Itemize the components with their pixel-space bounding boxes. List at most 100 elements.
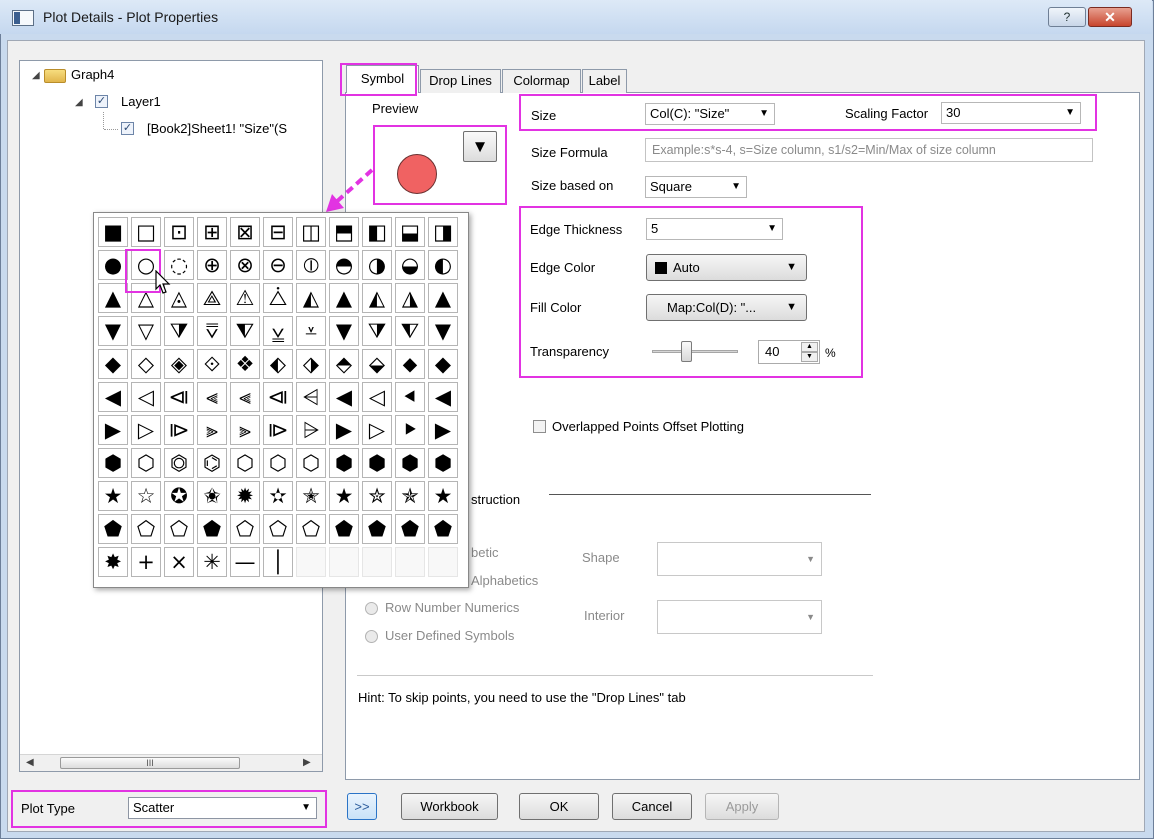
symbol-option[interactable]: ⬢: [362, 448, 392, 478]
symbol-option[interactable]: ⧏: [164, 382, 194, 412]
transparency-slider-thumb[interactable]: [681, 341, 692, 362]
symbol-option[interactable]: ◀: [329, 382, 359, 412]
symbol-option[interactable]: ■: [98, 217, 128, 247]
symbol-option[interactable]: ⬠: [131, 514, 161, 544]
plot-type-select[interactable]: Scatter ▼: [128, 797, 317, 819]
symbol-option[interactable]: ◐: [428, 250, 458, 280]
symbol-option[interactable]: │: [263, 547, 293, 577]
symbol-option[interactable]: ✬: [197, 481, 227, 511]
symbol-option[interactable]: [329, 547, 359, 577]
symbol-option[interactable]: ✮: [362, 481, 392, 511]
size-select[interactable]: Col(C): "Size" ▼: [645, 103, 775, 125]
symbol-option[interactable]: ⩢: [197, 316, 227, 346]
symbol-option[interactable]: ⧐: [263, 415, 293, 445]
symbol-option[interactable]: ▷: [362, 415, 392, 445]
expand-arrow-icon[interactable]: ◢: [32, 70, 40, 81]
symbol-option[interactable]: ⧩: [164, 316, 194, 346]
symbol-option[interactable]: ⧊: [263, 283, 293, 313]
symbol-option[interactable]: ●: [98, 250, 128, 280]
tab-drop-lines[interactable]: Drop Lines: [420, 69, 501, 93]
symbol-option[interactable]: ⬖: [263, 349, 293, 379]
symbol-option[interactable]: ◑: [362, 250, 392, 280]
symbol-option[interactable]: ▼: [98, 316, 128, 346]
symbol-gallery-dropdown-icon[interactable]: ▼: [463, 131, 497, 162]
shape-select[interactable]: ▼: [657, 542, 822, 576]
symbol-option[interactable]: ⊠: [230, 217, 260, 247]
symbol-option[interactable]: ▲: [329, 283, 359, 313]
symbol-option[interactable]: ◈: [164, 349, 194, 379]
symbol-option[interactable]: ⫷: [230, 382, 260, 412]
help-button[interactable]: ?: [1048, 7, 1086, 27]
apply-button[interactable]: Apply: [705, 793, 779, 820]
symbol-option[interactable]: ✳: [197, 547, 227, 577]
expand-button[interactable]: >>: [347, 793, 377, 820]
symbol-option[interactable]: ⬟: [362, 514, 392, 544]
edge-color-select[interactable]: Auto ▼: [646, 254, 807, 281]
tab-label[interactable]: Label: [582, 69, 627, 93]
symbol-option[interactable]: ×: [164, 547, 194, 577]
symbol-option[interactable]: ⩣: [263, 316, 293, 346]
symbol-option[interactable]: ◫: [296, 217, 326, 247]
symbol-option[interactable]: ▶: [428, 415, 458, 445]
symbol-option[interactable]: ◧: [362, 217, 392, 247]
symbol-option[interactable]: [428, 547, 458, 577]
symbol-option[interactable]: □: [131, 217, 161, 247]
transparency-slider-track[interactable]: [652, 350, 738, 353]
symbol-option[interactable]: ⬢: [98, 448, 128, 478]
symbol-option[interactable]: ⬡: [263, 448, 293, 478]
symbol-option[interactable]: [296, 547, 326, 577]
scroll-left-icon[interactable]: ◀: [26, 757, 34, 768]
symbol-option[interactable]: ✹: [230, 481, 260, 511]
symbol-option[interactable]: ▶: [98, 415, 128, 445]
symbol-option[interactable]: ⬟: [395, 514, 425, 544]
symbol-option[interactable]: ⬗: [296, 349, 326, 379]
symbol-option[interactable]: ❖: [230, 349, 260, 379]
user-defined-symbols-radio[interactable]: [365, 630, 378, 643]
symbol-option[interactable]: ▷: [131, 415, 161, 445]
symbol-option[interactable]: ⬠: [164, 514, 194, 544]
overlap-checkbox[interactable]: [533, 420, 546, 433]
symbol-option[interactable]: [395, 547, 425, 577]
symbol-option[interactable]: ⫸: [230, 415, 260, 445]
workbook-button[interactable]: Workbook: [401, 793, 498, 820]
symbol-option[interactable]: ⬙: [362, 349, 392, 379]
symbol-option[interactable]: ⬟: [197, 514, 227, 544]
symbol-option[interactable]: [362, 547, 392, 577]
scaling-factor-select[interactable]: 30 ▼: [941, 102, 1081, 124]
symbol-option[interactable]: ⏣: [164, 448, 194, 478]
cancel-button[interactable]: Cancel: [612, 793, 692, 820]
symbol-option[interactable]: ⧨: [395, 316, 425, 346]
symbol-option[interactable]: ▲: [98, 283, 128, 313]
symbol-option[interactable]: ⬒: [329, 217, 359, 247]
tab-colormap[interactable]: Colormap: [502, 69, 581, 93]
symbol-option[interactable]: ★: [428, 481, 458, 511]
symbol-option[interactable]: ✫: [263, 481, 293, 511]
transparency-spinner[interactable]: 40 ▲ ▼: [758, 340, 820, 364]
symbol-option[interactable]: ◮: [395, 283, 425, 313]
symbol-option[interactable]: ◒: [395, 250, 425, 280]
symbol-option[interactable]: ⚠: [230, 283, 260, 313]
symbol-option[interactable]: +: [131, 547, 161, 577]
symbol-option[interactable]: ⧏: [263, 382, 293, 412]
spin-up-icon[interactable]: ▲: [801, 342, 818, 352]
tree-node-graph[interactable]: Graph4: [71, 67, 114, 82]
symbol-option[interactable]: ⊖: [263, 250, 293, 280]
symbol-option[interactable]: ⊟: [263, 217, 293, 247]
symbol-option[interactable]: ◨: [428, 217, 458, 247]
interior-select[interactable]: ▼: [657, 600, 822, 634]
symbol-option[interactable]: ⧨: [230, 316, 260, 346]
symbol-option[interactable]: ⬢: [428, 448, 458, 478]
symbol-option[interactable]: ◭: [362, 283, 392, 313]
symbol-option[interactable]: ⯇: [395, 382, 425, 412]
edge-thickness-select[interactable]: 5 ▼: [646, 218, 783, 240]
symbol-option[interactable]: ☆: [131, 481, 161, 511]
symbol-option[interactable]: ⦶: [296, 250, 326, 280]
symbol-option[interactable]: ◭: [296, 283, 326, 313]
symbol-option[interactable]: ⬢: [329, 448, 359, 478]
symbol-option[interactable]: ⟁: [197, 283, 227, 313]
symbol-option[interactable]: ✪: [164, 481, 194, 511]
expand-arrow-icon[interactable]: ◢: [75, 97, 83, 108]
symbol-option[interactable]: ◁: [362, 382, 392, 412]
size-based-on-select[interactable]: Square ▼: [645, 176, 747, 198]
symbol-option[interactable]: ⬠: [296, 514, 326, 544]
